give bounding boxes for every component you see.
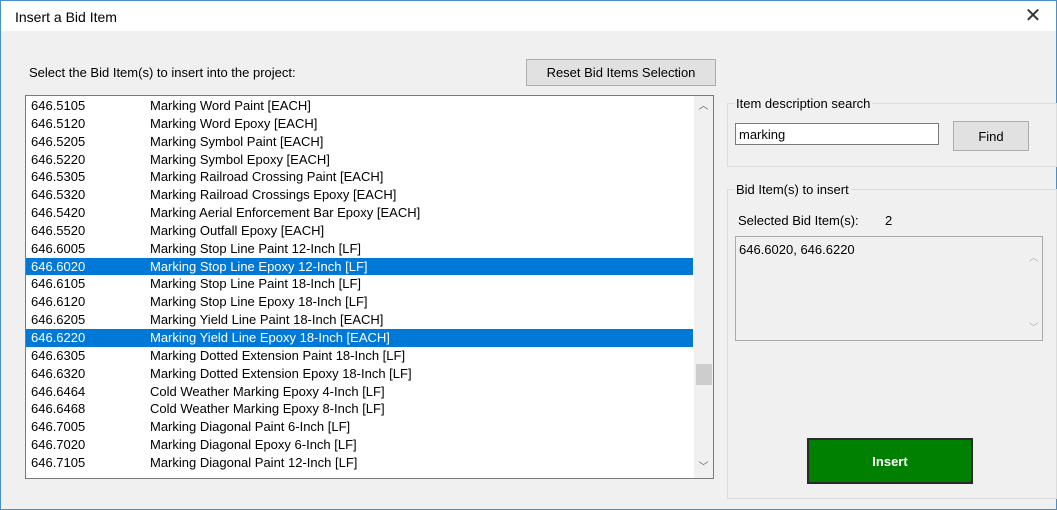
list-item[interactable]: 646.7105 Marking Diagonal Paint 12-Inch [… xyxy=(26,454,693,472)
item-code: 646.5105 xyxy=(31,98,86,113)
item-description: Marking Symbol Epoxy [EACH] xyxy=(150,151,330,167)
item-description: Marking Diagonal Paint 12-Inch [LF] xyxy=(150,454,358,470)
list-item[interactable]: 646.6220 Marking Yield Line Epoxy 18-Inch… xyxy=(26,328,693,347)
list-item[interactable]: 646.6468 Cold Weather Marking Epoxy 8-Inc… xyxy=(26,400,693,418)
item-description: Marking Yield Line Paint 18-Inch [EACH] xyxy=(150,312,384,328)
list-item[interactable]: 646.5420 Marking Aerial Enforcement Bar E… xyxy=(26,204,693,222)
item-description: Marking Railroad Crossings Epoxy [EACH] xyxy=(150,187,397,203)
insert-bid-item-dialog: Insert a Bid Item ✕ Select the Bid Item(… xyxy=(0,0,1057,510)
list-item[interactable]: 646.6105 Marking Stop Line Paint 18-Inch … xyxy=(26,275,693,293)
list-scrollbar[interactable]: ︿ ﹀ xyxy=(694,96,713,478)
list-item[interactable]: 646.6005 Marking Stop Line Paint 12-Inch … xyxy=(26,240,693,258)
item-code: 646.6320 xyxy=(31,365,86,381)
list-item[interactable]: 646.6464 Cold Weather Marking Epoxy 4-Inc… xyxy=(26,383,693,401)
list-item[interactable]: 646.5220 Marking Symbol Epoxy [EACH] xyxy=(26,151,693,169)
item-code: 646.7105 xyxy=(31,454,86,470)
dialog-title: Insert a Bid Item xyxy=(15,9,117,25)
item-code: 646.6220 xyxy=(31,329,86,345)
bid-items-rows: 646.5105 Marking Word Paint [EACH] 646.512… xyxy=(26,97,693,472)
list-item[interactable]: 646.5105 Marking Word Paint [EACH] xyxy=(26,97,693,115)
selected-items-text: 646.6020, 646.6220 xyxy=(739,242,855,257)
scroll-up-icon[interactable]: ︿ xyxy=(694,98,713,115)
item-code: 646.5205 xyxy=(31,133,86,149)
close-icon[interactable]: ✕ xyxy=(1016,3,1050,29)
item-code: 646.6020 xyxy=(31,258,86,274)
item-description: Marking Stop Line Epoxy 18-Inch [LF] xyxy=(150,294,368,310)
item-description: Marking Symbol Paint [EACH] xyxy=(150,133,324,149)
find-button[interactable]: Find xyxy=(953,121,1029,151)
list-prompt-label: Select the Bid Item(s) to insert into th… xyxy=(29,65,296,80)
item-description: Marking Railroad Crossing Paint [EACH] xyxy=(150,169,384,185)
list-item[interactable]: 646.5205 Marking Symbol Paint [EACH] xyxy=(26,133,693,151)
item-description: Marking Diagonal Paint 6-Inch [LF] xyxy=(150,419,351,435)
item-code: 646.7020 xyxy=(31,437,86,453)
item-code: 646.6005 xyxy=(31,240,86,256)
item-code: 646.5420 xyxy=(31,205,86,221)
item-code: 646.5320 xyxy=(31,187,86,203)
item-description: Cold Weather Marking Epoxy 8-Inch [LF] xyxy=(150,401,385,417)
item-description: Cold Weather Marking Epoxy 4-Inch [LF] xyxy=(150,383,385,399)
scroll-thumb[interactable] xyxy=(696,364,712,385)
item-description: Marking Stop Line Paint 18-Inch [LF] xyxy=(150,276,362,292)
scroll-down-icon[interactable]: ﹀ xyxy=(694,459,713,476)
title-bar: Insert a Bid Item ✕ xyxy=(1,1,1056,31)
selected-items-scrollbar[interactable]: ︿ ﹀ xyxy=(1025,237,1042,340)
list-item[interactable]: 646.6320 Marking Dotted Extension Epoxy 1… xyxy=(26,365,693,383)
bid-items-listbox[interactable]: 646.5105 Marking Word Paint [EACH] 646.512… xyxy=(25,95,714,479)
item-code: 646.5305 xyxy=(31,169,86,185)
selected-items-count: 2 xyxy=(885,213,893,228)
selected-items-label: Selected Bid Item(s): xyxy=(738,213,859,228)
insert-group-title: Bid Item(s) to insert xyxy=(734,182,851,197)
item-description: Marking Yield Line Epoxy 18-Inch [EACH] xyxy=(150,329,390,345)
item-description: Marking Word Epoxy [EACH] xyxy=(150,115,318,131)
item-description: Marking Aerial Enforcement Bar Epoxy [EA… xyxy=(150,205,421,221)
item-description: Marking Dotted Extension Epoxy 18-Inch [… xyxy=(150,365,412,381)
item-code: 646.6205 xyxy=(31,312,86,328)
list-item[interactable]: 646.5305 Marking Railroad Crossing Paint … xyxy=(26,168,693,186)
list-item[interactable]: 646.6120 Marking Stop Line Epoxy 18-Inch … xyxy=(26,293,693,311)
item-code: 646.6120 xyxy=(31,294,86,310)
list-item[interactable]: 646.5320 Marking Railroad Crossings Epoxy… xyxy=(26,186,693,204)
insert-button[interactable]: Insert xyxy=(807,438,973,484)
reset-selection-button[interactable]: Reset Bid Items Selection xyxy=(526,59,716,86)
scroll-down-icon[interactable]: ﹀ xyxy=(1025,319,1042,334)
list-item[interactable]: 646.6020 Marking Stop Line Epoxy 12-Inch … xyxy=(26,257,693,276)
description-search-input[interactable] xyxy=(735,123,939,145)
item-code: 646.6105 xyxy=(31,276,86,292)
list-item[interactable]: 646.7005 Marking Diagonal Paint 6-Inch [L… xyxy=(26,418,693,436)
item-code: 646.6468 xyxy=(31,401,86,417)
item-code: 646.5220 xyxy=(31,151,86,167)
item-code: 646.7005 xyxy=(31,419,86,435)
list-item[interactable]: 646.6305 Marking Dotted Extension Paint 1… xyxy=(26,347,693,365)
item-code: 646.6305 xyxy=(31,347,86,363)
list-item[interactable]: 646.6205 Marking Yield Line Paint 18-Inch… xyxy=(26,311,693,329)
item-description: Marking Stop Line Epoxy 12-Inch [LF] xyxy=(150,258,368,274)
list-item[interactable]: 646.5120 Marking Word Epoxy [EACH] xyxy=(26,115,693,133)
item-code: 646.5120 xyxy=(31,115,86,131)
item-description: Marking Dotted Extension Paint 18-Inch [… xyxy=(150,347,406,363)
item-description: Marking Stop Line Paint 12-Inch [LF] xyxy=(150,240,362,256)
item-description: Marking Diagonal Epoxy 6-Inch [LF] xyxy=(150,437,357,453)
item-description: Marking Word Paint [EACH] xyxy=(150,98,311,113)
item-code: 646.5520 xyxy=(31,222,86,238)
item-code: 646.6464 xyxy=(31,383,86,399)
list-item[interactable]: 646.5520 Marking Outfall Epoxy [EACH] xyxy=(26,222,693,240)
list-item[interactable]: 646.7020 Marking Diagonal Epoxy 6-Inch [L… xyxy=(26,436,693,454)
selected-items-textbox[interactable]: 646.6020, 646.6220 ︿ ﹀ xyxy=(735,236,1043,341)
item-description: Marking Outfall Epoxy [EACH] xyxy=(150,222,325,238)
search-group-title: Item description search xyxy=(734,96,873,111)
scroll-up-icon[interactable]: ︿ xyxy=(1025,249,1042,264)
